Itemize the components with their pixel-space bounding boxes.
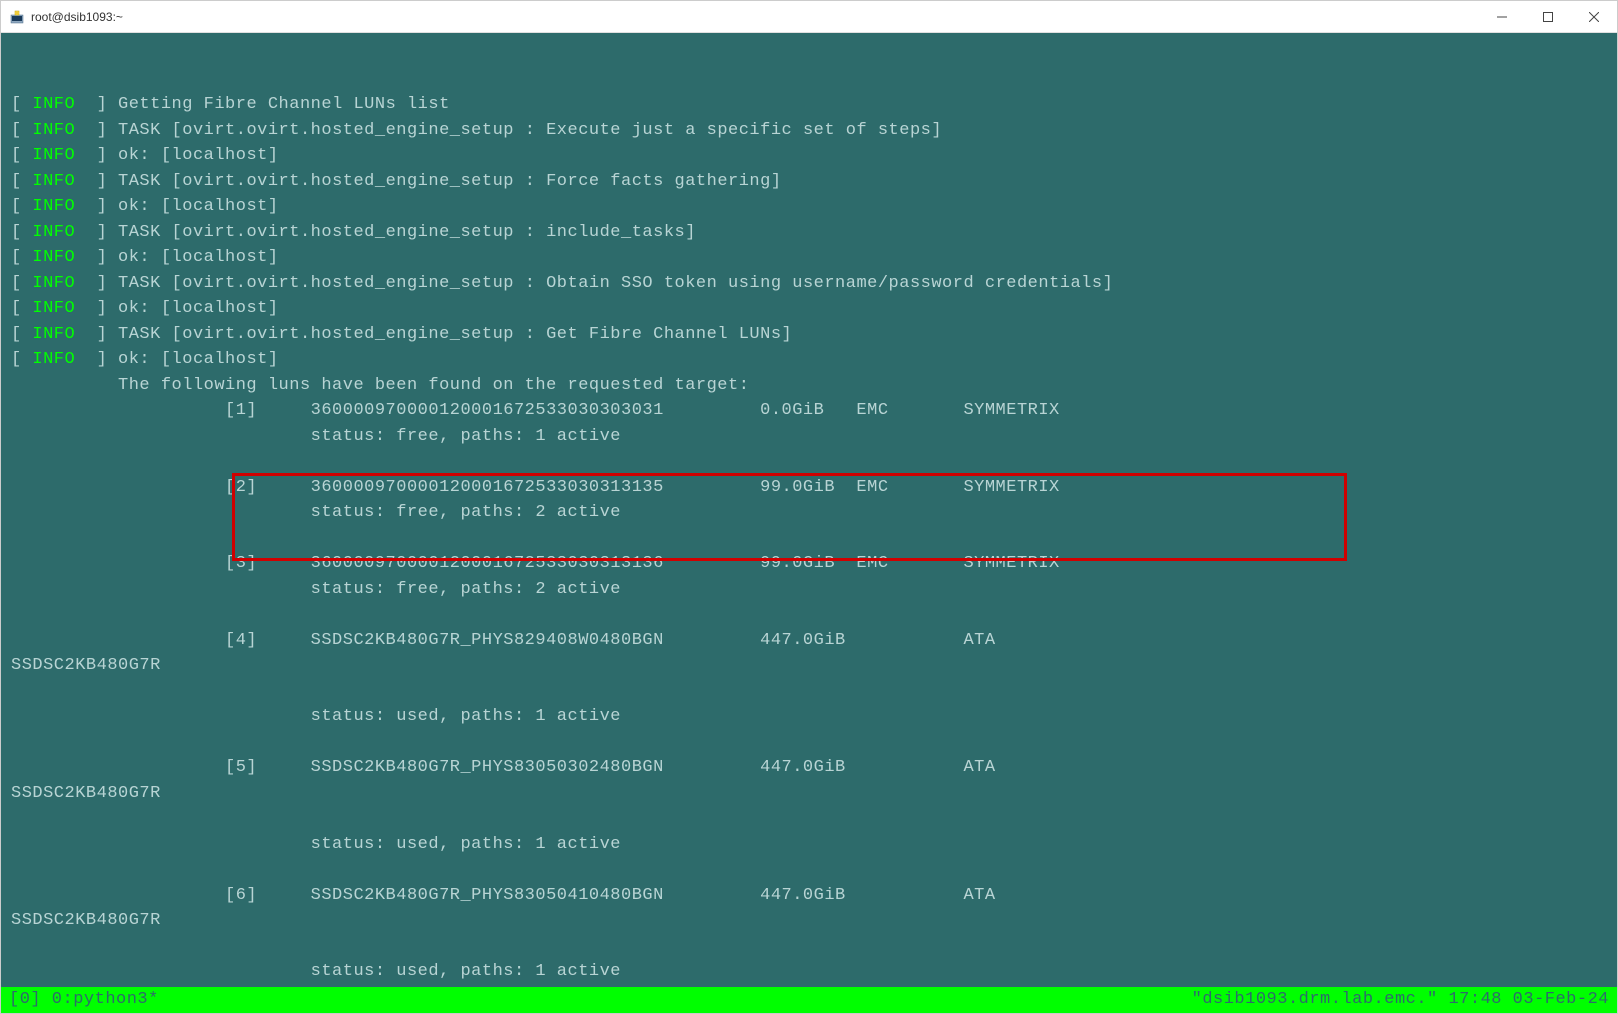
lun-wrap: SSDSC2KB480G7R	[11, 908, 1607, 934]
tmux-status-bar: [0] 0:python3* "dsib1093.drm.lab.emc." 1…	[1, 987, 1617, 1013]
blank-line	[11, 526, 1607, 552]
blank-line	[11, 934, 1607, 960]
lun-entry: [1] 360000970000120001672533030303031 0.…	[11, 398, 1607, 424]
info-line: [ INFO ] Getting Fibre Channel LUNs list	[11, 92, 1607, 118]
info-line: [ INFO ] TASK [ovirt.ovirt.hosted_engine…	[11, 169, 1607, 195]
lun-status: status: free, paths: 1 active	[11, 424, 1607, 450]
titlebar-left: root@dsib1093:~	[9, 9, 123, 25]
terminal-window: root@dsib1093:~ [ INFO ] Getting Fibre C…	[0, 0, 1618, 1014]
status-bar-left: [0] 0:python3*	[9, 987, 159, 1013]
lun-status: status: used, paths: 1 active	[11, 832, 1607, 858]
putty-icon	[9, 9, 25, 25]
lun-entry: [4] SSDSC2KB480G7R_PHYS829408W0480BGN 44…	[11, 628, 1607, 654]
titlebar: root@dsib1093:~	[1, 1, 1617, 33]
info-line: [ INFO ] TASK [ovirt.ovirt.hosted_engine…	[11, 220, 1607, 246]
info-line: [ INFO ] TASK [ovirt.ovirt.hosted_engine…	[11, 271, 1607, 297]
terminal-content[interactable]: [ INFO ] Getting Fibre Channel LUNs list…	[1, 33, 1617, 1013]
window-title: root@dsib1093:~	[31, 10, 123, 24]
lun-entry: [2] 360000970000120001672533030313135 99…	[11, 475, 1607, 501]
lun-status: status: used, paths: 1 active	[11, 959, 1607, 985]
close-button[interactable]	[1571, 1, 1617, 33]
blank-line	[11, 679, 1607, 705]
maximize-button[interactable]	[1525, 1, 1571, 33]
window-controls	[1479, 1, 1617, 33]
info-line: [ INFO ] ok: [localhost]	[11, 347, 1607, 373]
info-line: [ INFO ] ok: [localhost]	[11, 194, 1607, 220]
info-line: [ INFO ] ok: [localhost]	[11, 296, 1607, 322]
lun-wrap: SSDSC2KB480G7R	[11, 781, 1607, 807]
blank-line	[11, 857, 1607, 883]
blank-line	[11, 449, 1607, 475]
lun-status: status: free, paths: 2 active	[11, 500, 1607, 526]
blank-line	[11, 602, 1607, 628]
lun-status: status: free, paths: 2 active	[11, 577, 1607, 603]
info-line: [ INFO ] TASK [ovirt.ovirt.hosted_engine…	[11, 118, 1607, 144]
info-line: [ INFO ] ok: [localhost]	[11, 143, 1607, 169]
lun-entry: [5] SSDSC2KB480G7R_PHYS83050302480BGN 44…	[11, 755, 1607, 781]
lun-wrap: SSDSC2KB480G7R	[11, 653, 1607, 679]
status-bar-right: "dsib1093.drm.lab.emc." 17:48 03-Feb-24	[1192, 987, 1609, 1013]
lun-entry: [6] SSDSC2KB480G7R_PHYS83050410480BGN 44…	[11, 883, 1607, 909]
blank-line	[11, 806, 1607, 832]
luns-header: The following luns have been found on th…	[11, 373, 1607, 399]
info-line: [ INFO ] ok: [localhost]	[11, 245, 1607, 271]
lun-status: status: used, paths: 1 active	[11, 704, 1607, 730]
lun-entry: [3] 360000970000120001672533030313136 99…	[11, 551, 1607, 577]
blank-line	[11, 730, 1607, 756]
info-line: [ INFO ] TASK [ovirt.ovirt.hosted_engine…	[11, 322, 1607, 348]
minimize-button[interactable]	[1479, 1, 1525, 33]
